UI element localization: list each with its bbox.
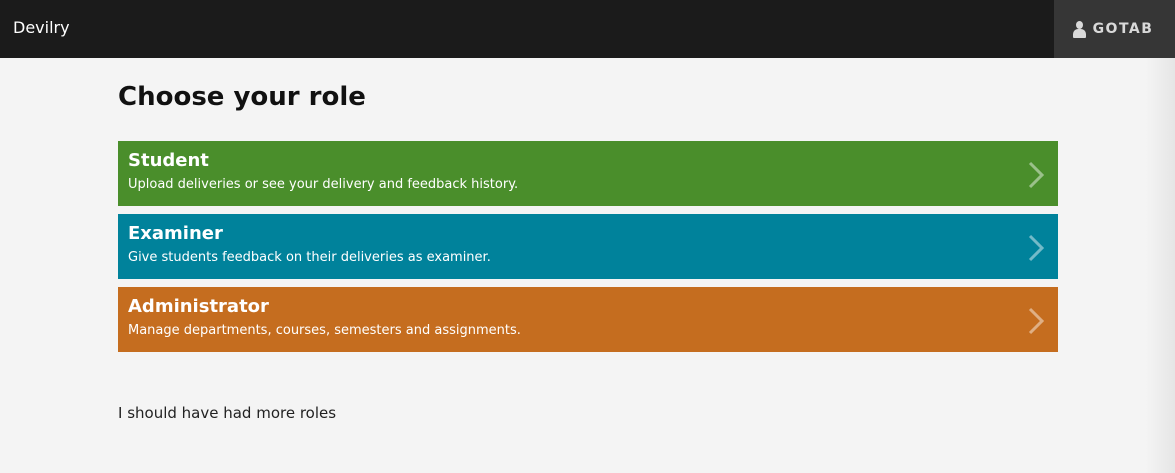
role-examiner-card[interactable]: Examiner Give students feedback on their… <box>118 214 1058 279</box>
chevron-right-icon <box>1028 161 1045 189</box>
role-student-card[interactable]: Student Upload deliveries or see your de… <box>118 141 1058 206</box>
page-title: Choose your role <box>118 82 366 112</box>
role-title: Administrator <box>128 296 269 317</box>
chevron-right-icon <box>1028 234 1045 262</box>
user-name: GOTAB <box>1092 21 1154 37</box>
role-administrator-card[interactable]: Administrator Manage departments, course… <box>118 287 1058 352</box>
role-description: Upload deliveries or see your delivery a… <box>128 177 519 192</box>
role-description: Give students feedback on their deliveri… <box>128 250 491 265</box>
edge-shadow <box>1145 58 1175 473</box>
chevron-right-icon <box>1028 307 1045 335</box>
role-description: Manage departments, courses, semesters a… <box>128 323 521 338</box>
user-icon <box>1072 20 1087 38</box>
top-navbar: Devilry GOTAB <box>0 0 1175 58</box>
user-menu-button[interactable]: GOTAB <box>1054 0 1175 58</box>
role-title: Student <box>128 150 209 171</box>
footer-note: I should have had more roles <box>118 404 337 422</box>
brand-link[interactable]: Devilry <box>13 18 70 38</box>
role-title: Examiner <box>128 223 223 244</box>
